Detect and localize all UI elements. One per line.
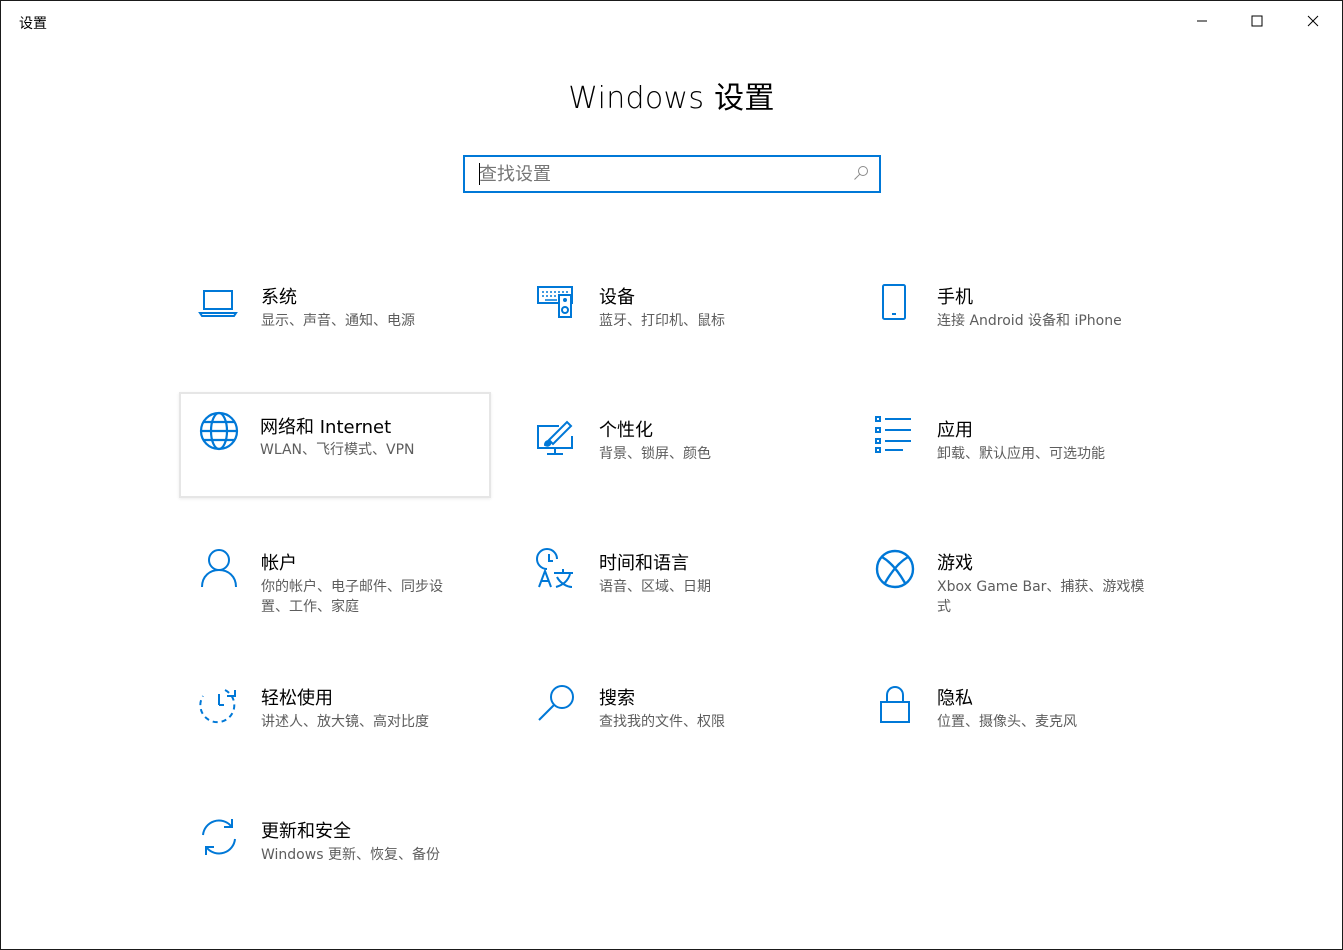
category-update-security[interactable]: 更新和安全 Windows 更新、恢复、备份 bbox=[179, 799, 491, 905]
search-box[interactable] bbox=[463, 155, 881, 193]
tile-title: 应用 bbox=[937, 420, 973, 441]
search-icon bbox=[535, 682, 579, 726]
tile-description: WLAN、飞行模式、VPN bbox=[260, 442, 415, 458]
category-devices[interactable]: 设备 蓝牙、打印机、鼠标 bbox=[517, 265, 829, 371]
tile-description: 讲述人、放大镜、高对比度 bbox=[261, 714, 429, 730]
title-bar[interactable]: 设置 bbox=[1, 1, 1342, 41]
category-accounts[interactable]: 帐户 你的帐户、电子邮件、同步设置、工作、家庭 bbox=[179, 531, 491, 637]
laptop-icon bbox=[197, 281, 241, 325]
tile-description: 查找我的文件、权限 bbox=[599, 714, 725, 730]
close-icon bbox=[1307, 15, 1319, 27]
tile-title: 游戏 bbox=[937, 553, 973, 574]
tile-title: 网络和 Internet bbox=[260, 417, 392, 438]
tile-description: 显示、声音、通知、电源 bbox=[261, 313, 415, 329]
xbox-icon bbox=[873, 547, 917, 591]
personalization-icon bbox=[535, 414, 579, 458]
close-button[interactable] bbox=[1290, 1, 1336, 41]
tile-description: 位置、摄像头、麦克风 bbox=[937, 714, 1077, 730]
maximize-button[interactable] bbox=[1234, 1, 1280, 41]
tile-description: 语音、区域、日期 bbox=[599, 579, 711, 595]
tile-title: 搜索 bbox=[599, 688, 635, 709]
time-language-icon bbox=[535, 547, 579, 591]
tile-title: 设备 bbox=[599, 287, 635, 308]
tile-title: 个性化 bbox=[599, 420, 653, 441]
page-title: Windows 设置 bbox=[568, 81, 775, 116]
minimize-button[interactable] bbox=[1179, 1, 1225, 41]
search-icon bbox=[854, 166, 868, 180]
category-privacy[interactable]: 隐私 位置、摄像头、麦克风 bbox=[855, 666, 1167, 772]
tile-description: 蓝牙、打印机、鼠标 bbox=[599, 313, 725, 329]
window-title: 设置 bbox=[19, 16, 47, 32]
category-network[interactable]: 网络和 Internet WLAN、飞行模式、VPN bbox=[179, 392, 491, 498]
category-gaming[interactable]: 游戏 Xbox Game Bar、捕获、游戏模式 bbox=[855, 531, 1167, 637]
tile-title: 更新和安全 bbox=[261, 821, 351, 842]
category-time-language[interactable]: 时间和语言 语音、区域、日期 bbox=[517, 531, 829, 637]
settings-window: 设置 Windows 设置 查找设置 系统 显示、声音、通知、电源 设备 蓝牙、… bbox=[0, 0, 1343, 950]
ease-of-access-icon bbox=[197, 682, 241, 726]
globe-icon bbox=[197, 409, 241, 453]
tile-description: 连接 Android 设备和 iPhone bbox=[937, 313, 1122, 329]
tile-title: 手机 bbox=[937, 287, 973, 308]
category-phone[interactable]: 手机 连接 Android 设备和 iPhone bbox=[855, 265, 1167, 371]
tile-description: 你的帐户、电子邮件、同步设置、工作、家庭 bbox=[261, 579, 443, 615]
category-search[interactable]: 搜索 查找我的文件、权限 bbox=[517, 666, 829, 772]
tile-title: 隐私 bbox=[937, 688, 973, 709]
category-personalization[interactable]: 个性化 背景、锁屏、颜色 bbox=[517, 398, 829, 504]
category-apps[interactable]: 应用 卸载、默认应用、可选功能 bbox=[855, 398, 1167, 504]
phone-icon bbox=[873, 281, 917, 325]
minimize-icon bbox=[1197, 20, 1207, 22]
tile-description: Xbox Game Bar、捕获、游戏模式 bbox=[937, 579, 1145, 615]
apps-list-icon bbox=[873, 414, 917, 458]
tile-description: 背景、锁屏、颜色 bbox=[599, 446, 711, 462]
tile-title: 帐户 bbox=[261, 553, 297, 574]
search-input[interactable] bbox=[465, 157, 849, 191]
tile-title: 时间和语言 bbox=[599, 553, 689, 574]
devices-icon bbox=[535, 281, 579, 325]
update-icon bbox=[197, 815, 241, 859]
text-caret bbox=[479, 163, 480, 185]
tile-title: 轻松使用 bbox=[261, 688, 333, 709]
category-system[interactable]: 系统 显示、声音、通知、电源 bbox=[179, 265, 491, 371]
lock-icon bbox=[873, 682, 917, 726]
tile-description: Windows 更新、恢复、备份 bbox=[261, 847, 440, 863]
person-icon bbox=[197, 547, 241, 591]
tile-description: 卸载、默认应用、可选功能 bbox=[937, 446, 1105, 462]
category-ease-of-access[interactable]: 轻松使用 讲述人、放大镜、高对比度 bbox=[179, 666, 491, 772]
tile-title: 系统 bbox=[261, 287, 297, 308]
maximize-icon bbox=[1251, 15, 1263, 27]
